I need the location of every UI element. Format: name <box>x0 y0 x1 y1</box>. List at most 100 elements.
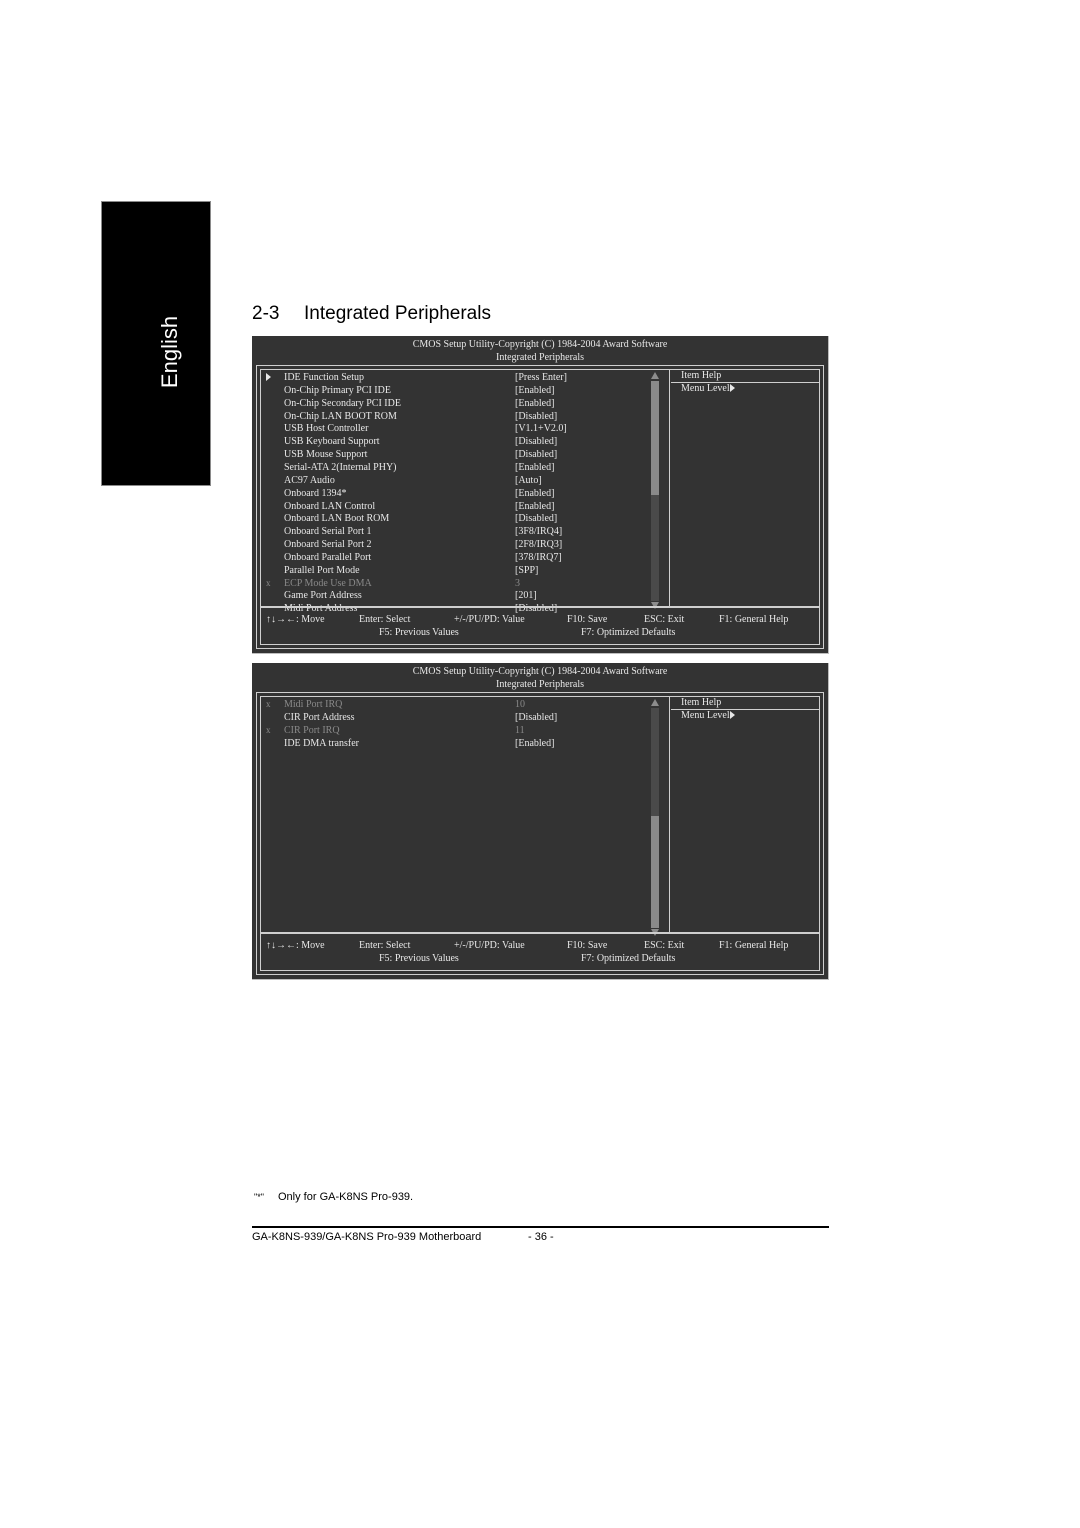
menu-level-indicator: Menu Level <box>681 383 735 395</box>
setting-label: ECP Mode Use DMA <box>284 577 372 589</box>
item-help-title: Item Help <box>681 697 722 708</box>
bios-screen-2: CMOS Setup Utility-Copyright (C) 1984-20… <box>252 663 829 980</box>
scrollbar[interactable] <box>650 699 660 937</box>
key-save: F10: Save <box>567 940 608 951</box>
section-number: 2-3 <box>252 303 280 324</box>
setting-value[interactable]: [Press Enter] <box>515 371 567 384</box>
setting-value[interactable]: [Disabled] <box>515 512 557 525</box>
key-general-help: F1: General Help <box>719 940 789 951</box>
setting-label: IDE Function Setup <box>284 372 364 383</box>
submenu-arrow-icon <box>266 371 276 384</box>
scroll-up-arrow-icon[interactable] <box>651 699 659 706</box>
setting-value[interactable]: [V1.1+V2.0] <box>515 422 567 435</box>
setting-label: IDE DMA transfer <box>284 737 359 749</box>
setting-value[interactable]: [Enabled] <box>515 487 554 500</box>
setting-label: USB Mouse Support <box>284 449 368 461</box>
setting-label: Serial-ATA 2(Internal PHY) <box>284 461 397 473</box>
section-heading: 2-3 Integrated Peripherals <box>252 303 491 325</box>
key-move: ↑↓→←: Move <box>266 940 325 951</box>
panel-divider <box>669 370 670 608</box>
scroll-thumb[interactable] <box>651 381 659 495</box>
setting-value[interactable]: [Auto] <box>515 474 542 487</box>
section-title: Integrated Peripherals <box>304 303 491 324</box>
settings-list: IDE Function Setup [Press Enter] On-Chip P… <box>261 370 669 614</box>
key-legend: ↑↓→←: Move Enter: Select +/-/PU/PD: Valu… <box>261 936 819 970</box>
setting-label: Onboard Serial Port 2 <box>284 539 372 551</box>
key-exit: ESC: Exit <box>644 940 685 951</box>
setting-label: Onboard Parallel Port <box>284 551 372 563</box>
setting-value[interactable]: [SPP] <box>515 564 538 577</box>
disabled-marker: x <box>266 724 271 735</box>
submenu-arrow-icon <box>266 373 271 381</box>
setting-value[interactable]: [Disabled] <box>515 435 557 448</box>
setting-label: On-Chip Primary PCI IDE <box>284 384 391 396</box>
setting-label: CIR Port Address <box>284 711 355 723</box>
footnote: "*" Only for GA-K8NS Pro-939. <box>254 1191 413 1203</box>
bios-header-page-title: Integrated Peripherals <box>495 679 585 690</box>
setting-value[interactable]: [378/IRQ7] <box>515 551 562 564</box>
bios-header-copyright: CMOS Setup Utility-Copyright (C) 1984-20… <box>412 339 668 350</box>
key-exit: ESC: Exit <box>644 614 685 625</box>
setting-label: Onboard LAN Boot ROM <box>284 513 390 525</box>
setting-value[interactable]: [Enabled] <box>515 500 554 513</box>
footnote-text: Only for GA-K8NS Pro-939. <box>278 1191 414 1203</box>
scrollbar[interactable] <box>650 372 660 610</box>
item-help-header: Item Help <box>671 697 819 710</box>
bios-frame: IDE Function Setup [Press Enter] On-Chip P… <box>256 365 824 649</box>
footnote-marker: "*" <box>254 1192 264 1202</box>
scroll-track[interactable] <box>651 381 659 601</box>
setting-label: Onboard Serial Port 1 <box>284 526 372 538</box>
setting-label: USB Keyboard Support <box>284 436 380 448</box>
setting-label: Game Port Address <box>284 590 362 602</box>
setting-value[interactable]: [2F8/IRQ3] <box>515 538 562 551</box>
footer-divider <box>261 606 819 608</box>
key-optimized-defaults: F7: Optimized Defaults <box>581 953 676 964</box>
menu-level-label: Menu Level <box>681 383 730 394</box>
scroll-track[interactable] <box>651 708 659 928</box>
setting-value[interactable]: [201] <box>515 589 537 602</box>
footer-rule <box>252 1226 829 1228</box>
setting-label: Parallel Port Mode <box>284 564 360 576</box>
menu-level-indicator: Menu Level <box>681 710 735 722</box>
setting-value: 3 <box>515 577 520 589</box>
scroll-thumb[interactable] <box>651 816 659 928</box>
setting-value[interactable]: [Disabled] <box>515 711 557 724</box>
setting-label: AC97 Audio <box>284 474 335 486</box>
item-help-title: Item Help <box>681 370 722 381</box>
bios-header-page-title: Integrated Peripherals <box>495 352 585 363</box>
footer-divider <box>261 932 819 934</box>
setting-value[interactable]: [Enabled] <box>515 384 554 397</box>
bios-header-copyright: CMOS Setup Utility-Copyright (C) 1984-20… <box>412 666 668 677</box>
item-help-header: Item Help <box>671 370 819 383</box>
key-value: +/-/PU/PD: Value <box>454 940 525 951</box>
key-legend: ↑↓→←: Move Enter: Select +/-/PU/PD: Valu… <box>261 610 819 644</box>
setting-value[interactable]: [Disabled] <box>515 448 557 461</box>
page-footer: GA-K8NS-939/GA-K8NS Pro-939 Motherboard … <box>252 1231 554 1243</box>
setting-value[interactable]: [Disabled] <box>515 410 557 423</box>
setting-value[interactable]: [Enabled] <box>515 737 554 750</box>
key-previous-values: F5: Previous Values <box>379 953 459 964</box>
manual-title: GA-K8NS-939/GA-K8NS Pro-939 Motherboard <box>252 1231 482 1243</box>
setting-value: 10 <box>515 699 525 710</box>
menu-level-arrow-icon <box>729 711 735 719</box>
disabled-marker: x <box>266 699 271 709</box>
setting-value: 11 <box>515 724 525 736</box>
language-tab-label: English <box>157 315 182 389</box>
setting-value[interactable]: [Enabled] <box>515 397 554 410</box>
setting-value[interactable]: [3F8/IRQ4] <box>515 525 562 538</box>
key-move: ↑↓→←: Move <box>266 614 325 625</box>
key-value: +/-/PU/PD: Value <box>454 614 525 625</box>
setting-value[interactable]: [Enabled] <box>515 461 554 474</box>
key-previous-values: F5: Previous Values <box>379 627 459 638</box>
setting-label: Onboard LAN Control <box>284 500 376 512</box>
panel-divider <box>669 697 670 934</box>
setting-label: USB Host Controller <box>284 423 369 435</box>
bios-screen-1: CMOS Setup Utility-Copyright (C) 1984-20… <box>252 336 829 654</box>
key-general-help: F1: General Help <box>719 614 789 625</box>
scroll-up-arrow-icon[interactable] <box>651 372 659 379</box>
key-save: F10: Save <box>567 614 608 625</box>
language-tab: English <box>101 201 211 486</box>
bios-inner-frame: IDE Function Setup [Press Enter] On-Chip P… <box>260 369 820 645</box>
key-select: Enter: Select <box>359 940 411 951</box>
key-optimized-defaults: F7: Optimized Defaults <box>581 627 676 638</box>
